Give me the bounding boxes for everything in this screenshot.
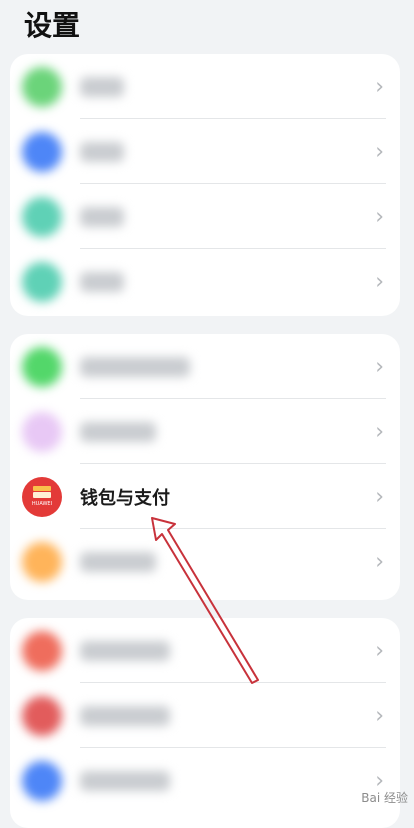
watermark: Bai 经验 (361, 791, 408, 805)
annotation-arrow (151, 517, 259, 684)
